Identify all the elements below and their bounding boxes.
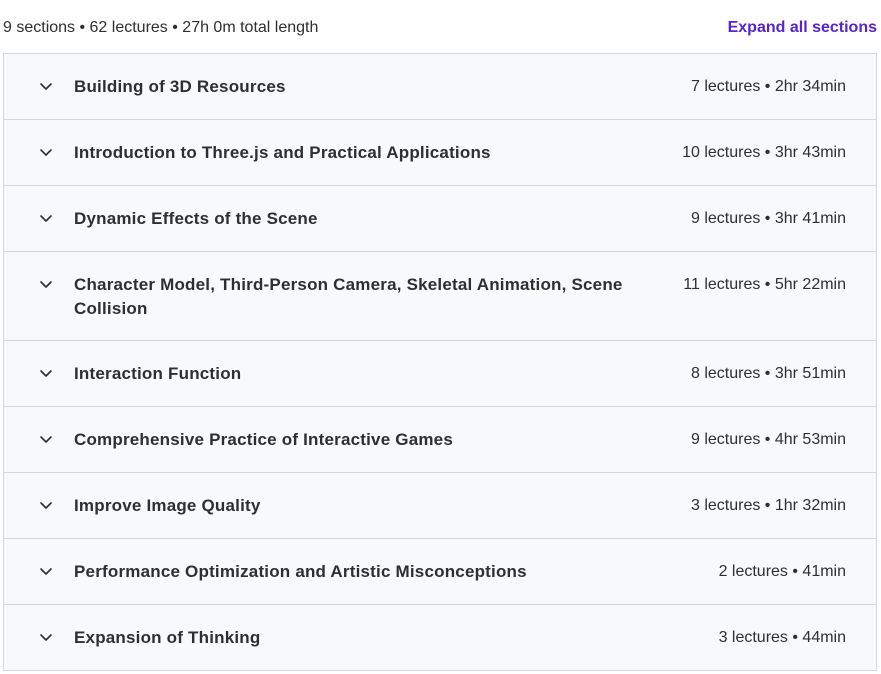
chevron-down-icon — [38, 365, 54, 381]
section-row[interactable]: Character Model, Third-Person Camera, Sk… — [4, 252, 876, 341]
section-row[interactable]: Expansion of Thinking 3 lectures • 44min — [4, 605, 876, 671]
chevron-down-icon — [38, 563, 54, 579]
section-meta: 3 lectures • 44min — [718, 629, 846, 646]
chevron-down-icon — [38, 497, 54, 513]
expand-all-sections-button[interactable]: Expand all sections — [728, 17, 877, 39]
section-meta: 7 lectures • 2hr 34min — [690, 78, 846, 95]
section-row[interactable]: Building of 3D Resources 7 lectures • 2h… — [4, 54, 876, 120]
section-meta: 3 lectures • 1hr 32min — [690, 497, 846, 514]
chevron-down-icon — [38, 629, 54, 645]
chevron-down-icon — [38, 78, 54, 94]
curriculum-summary-bar: 9 sections • 62 lectures • 27h 0m total … — [0, 0, 881, 54]
section-title: Performance Optimization and Artistic Mi… — [74, 562, 527, 581]
section-title: Dynamic Effects of the Scene — [74, 209, 318, 228]
section-title: Improve Image Quality — [74, 496, 261, 515]
chevron-down-icon — [38, 276, 54, 292]
section-meta: 9 lectures • 3hr 41min — [690, 210, 846, 227]
section-row[interactable]: Comprehensive Practice of Interactive Ga… — [4, 407, 876, 473]
section-title: Character Model, Third-Person Camera, Sk… — [74, 275, 623, 318]
section-row[interactable]: Dynamic Effects of the Scene 9 lectures … — [4, 186, 876, 252]
section-title: Expansion of Thinking — [74, 628, 261, 647]
chevron-down-icon — [38, 144, 54, 160]
section-title: Building of 3D Resources — [74, 77, 286, 96]
section-meta: 10 lectures • 3hr 43min — [682, 144, 846, 161]
section-title: Introduction to Three.js and Practical A… — [74, 143, 491, 162]
section-row[interactable]: Improve Image Quality 3 lectures • 1hr 3… — [4, 473, 876, 539]
section-row[interactable]: Interaction Function 8 lectures • 3hr 51… — [4, 341, 876, 407]
curriculum-summary-text: 9 sections • 62 lectures • 27h 0m total … — [3, 19, 319, 36]
course-sections-list: Building of 3D Resources 7 lectures • 2h… — [3, 53, 877, 671]
section-title: Interaction Function — [74, 364, 242, 383]
section-row[interactable]: Performance Optimization and Artistic Mi… — [4, 539, 876, 605]
section-meta: 11 lectures • 5hr 22min — [683, 276, 846, 293]
section-meta: 2 lectures • 41min — [718, 563, 846, 580]
section-title: Comprehensive Practice of Interactive Ga… — [74, 430, 453, 449]
chevron-down-icon — [38, 431, 54, 447]
chevron-down-icon — [38, 210, 54, 226]
section-meta: 8 lectures • 3hr 51min — [690, 365, 846, 382]
section-row[interactable]: Introduction to Three.js and Practical A… — [4, 120, 876, 186]
section-meta: 9 lectures • 4hr 53min — [690, 431, 846, 448]
